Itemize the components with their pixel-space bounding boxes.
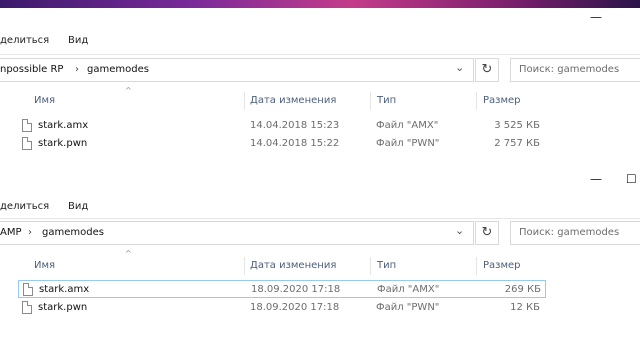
file-date: 14.04.2018 15:23 [250, 120, 340, 131]
file-date: 18.09.2020 17:18 [250, 302, 340, 313]
chevron-right-icon: › [28, 227, 32, 238]
column-divider[interactable] [476, 257, 477, 275]
file-row-selected[interactable]: stark.amx 18.09.2020 17:18 Файл "AMX" 26… [18, 280, 546, 298]
breadcrumb-parent[interactable]: npossible RP [0, 64, 63, 75]
column-header-size[interactable]: Размер [483, 95, 521, 106]
file-name: stark.pwn [38, 138, 88, 149]
file-row[interactable]: stark.amx 14.04.2018 15:23 Файл "AMX" 3 … [18, 117, 546, 135]
column-header-name[interactable]: Имя [34, 95, 55, 106]
file-size: 2 757 КБ [494, 138, 540, 149]
column-header-date[interactable]: Дата изменения [250, 95, 336, 106]
refresh-button[interactable]: ↻ [475, 58, 499, 82]
column-header-type[interactable]: Тип [377, 95, 396, 106]
breadcrumb-current[interactable]: gamemodes [42, 227, 104, 238]
menu-share[interactable]: делиться [0, 35, 49, 46]
ribbon-menu: делиться Вид [0, 32, 640, 52]
column-divider[interactable] [244, 92, 245, 110]
column-header-name[interactable]: Имя [34, 260, 55, 271]
file-date: 14.04.2018 15:22 [250, 138, 340, 149]
column-header-type[interactable]: Тип [377, 260, 396, 271]
column-header-date[interactable]: Дата изменения [250, 260, 336, 271]
file-name: stark.amx [38, 120, 89, 131]
file-date: 18.09.2020 17:18 [251, 284, 341, 295]
file-icon [22, 301, 32, 314]
divider [0, 54, 640, 55]
file-name: stark.pwn [38, 302, 88, 313]
menu-view[interactable]: Вид [68, 35, 88, 46]
ribbon-menu: делиться Вид [0, 198, 640, 218]
chevron-down-icon[interactable]: ⌄ [455, 61, 464, 74]
column-divider[interactable] [370, 257, 371, 275]
file-type: Файл "AMX" [376, 120, 439, 131]
refresh-icon: ↻ [481, 225, 493, 240]
file-name: stark.amx [39, 284, 90, 295]
column-divider[interactable] [370, 92, 371, 110]
explorer-window-2: — ☐ делиться Вид AMP › gamemodes ⌄ ↻ Пои… [0, 172, 640, 360]
file-size: 3 525 КБ [494, 120, 540, 131]
desktop-background-strip [0, 0, 640, 8]
sort-ascending-icon: ^ [125, 249, 132, 258]
minimize-button[interactable]: — [590, 172, 602, 186]
address-bar[interactable]: AMP › gamemodes ⌄ [0, 221, 474, 245]
file-type: Файл "PWN" [376, 302, 440, 313]
divider [0, 218, 640, 219]
menu-view[interactable]: Вид [68, 201, 88, 212]
file-icon [22, 137, 32, 150]
address-bar[interactable]: npossible RP › gamemodes ⌄ [0, 58, 474, 82]
column-divider[interactable] [476, 92, 477, 110]
refresh-icon: ↻ [481, 62, 493, 77]
breadcrumb-parent[interactable]: AMP [0, 227, 22, 238]
search-box[interactable]: Поиск: gamemodes [510, 221, 640, 245]
column-divider[interactable] [244, 257, 245, 275]
file-row[interactable]: stark.pwn 14.04.2018 15:22 Файл "PWN" 2 … [18, 135, 546, 153]
chevron-right-icon: › [75, 64, 79, 75]
menu-share[interactable]: делиться [0, 201, 49, 212]
search-box[interactable]: Поиск: gamemodes [510, 58, 640, 82]
search-placeholder: Поиск: gamemodes [519, 227, 620, 238]
refresh-button[interactable]: ↻ [475, 221, 499, 245]
file-icon [23, 283, 33, 296]
file-row[interactable]: stark.pwn 18.09.2020 17:18 Файл "PWN" 12… [18, 299, 546, 317]
file-type: Файл "AMX" [377, 284, 440, 295]
file-size: 12 КБ [510, 302, 540, 313]
breadcrumb-current[interactable]: gamemodes [87, 64, 149, 75]
column-header-size[interactable]: Размер [483, 260, 521, 271]
sort-ascending-icon: ^ [125, 86, 132, 95]
file-icon [22, 119, 32, 132]
maximize-button[interactable]: ☐ [626, 172, 637, 186]
explorer-window-1: — делиться Вид npossible RP › gamemodes … [0, 0, 640, 172]
chevron-down-icon[interactable]: ⌄ [455, 224, 464, 237]
minimize-button[interactable]: — [590, 10, 602, 24]
search-placeholder: Поиск: gamemodes [519, 64, 620, 75]
file-type: Файл "PWN" [376, 138, 440, 149]
file-size: 269 КБ [504, 284, 541, 295]
